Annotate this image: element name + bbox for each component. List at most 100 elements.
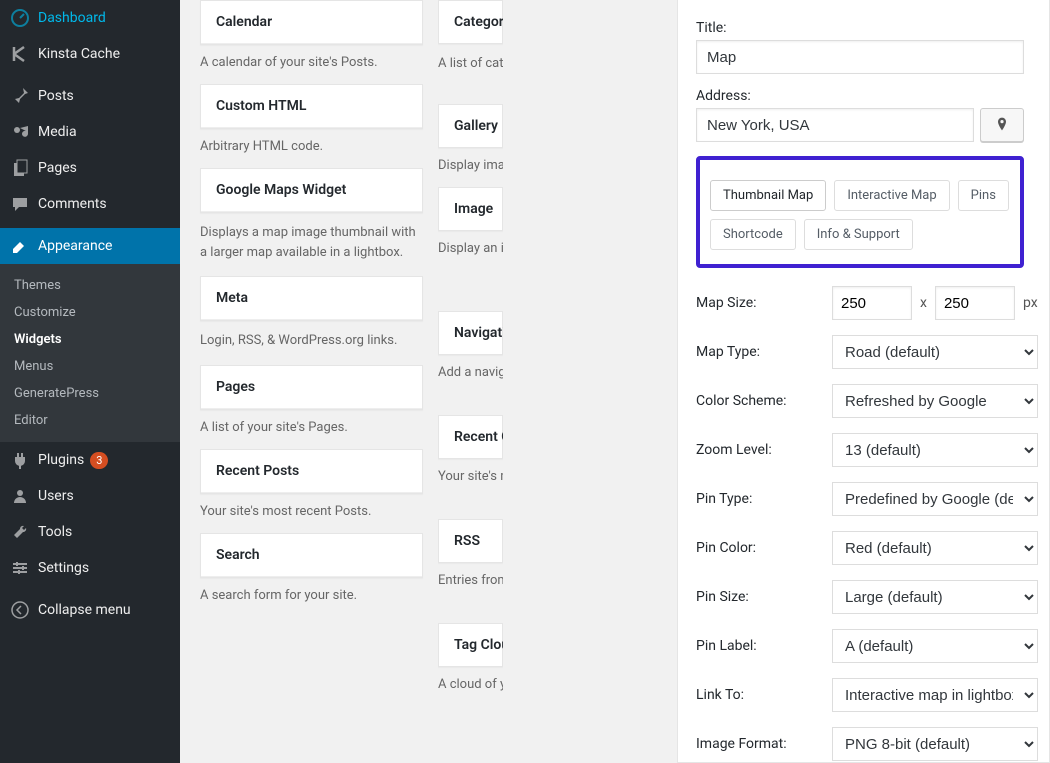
appearance-submenu: Themes Customize Widgets Menus GenerateP… — [0, 264, 180, 442]
widget-nav[interactable]: Navigation — [438, 311, 503, 355]
height-input[interactable] — [935, 286, 1015, 320]
location-pin-icon — [994, 116, 1010, 135]
widget-desc: Your site's most recent comments. — [438, 469, 503, 509]
widget-rss[interactable]: RSS — [438, 519, 503, 563]
color-scheme-label: Color Scheme: — [696, 393, 826, 409]
pin-size-select[interactable]: Large (default) — [832, 580, 1038, 614]
widget-image[interactable]: Image — [438, 187, 503, 231]
pin-label-select[interactable]: A (default) — [832, 629, 1038, 663]
widget-title: RSS — [439, 520, 502, 562]
widget-meta[interactable]: Meta — [200, 276, 423, 321]
widget-recent-comments[interactable]: Recent Comments — [438, 415, 503, 459]
media-icon — [10, 122, 30, 142]
link-to-select[interactable]: Interactive map in lightbox (default) — [832, 678, 1038, 712]
widget-search[interactable]: Search — [200, 533, 423, 578]
nav-label: Settings — [38, 560, 89, 576]
nav-dashboard[interactable]: Dashboard — [0, 0, 180, 36]
plugins-icon — [10, 450, 30, 470]
widget-pages[interactable]: Pages — [200, 365, 423, 410]
nav-comments[interactable]: Comments — [0, 186, 180, 222]
nav-media[interactable]: Media — [0, 114, 180, 150]
tab-info[interactable]: Info & Support — [804, 219, 913, 250]
widget-google-maps[interactable]: Google Maps Widget — [200, 168, 423, 213]
nav-tools[interactable]: Tools — [0, 514, 180, 550]
pin-size-label: Pin Size: — [696, 589, 826, 605]
pages-icon — [10, 158, 30, 178]
tabset: Thumbnail Map Interactive Map Pins Short… — [696, 156, 1024, 268]
subnav-customize[interactable]: Customize — [0, 299, 180, 326]
nav-settings[interactable]: Settings — [0, 550, 180, 586]
nav-label: Appearance — [38, 238, 112, 254]
widget-categories[interactable]: Categories — [438, 0, 503, 44]
widget-title: Pages — [201, 366, 422, 409]
image-format-select[interactable]: PNG 8-bit (default) — [832, 727, 1038, 761]
nav-label: Users — [38, 488, 74, 504]
title-input[interactable] — [696, 40, 1024, 74]
widget-desc: A cloud of your most used tags. — [438, 677, 503, 696]
widget-custom-html[interactable]: Custom HTML — [200, 84, 423, 129]
nav-label: Plugins — [38, 452, 84, 468]
widget-title: Navigation — [439, 312, 502, 354]
zoom-select[interactable]: 13 (default) — [832, 433, 1038, 467]
nav-label: Pages — [38, 160, 77, 176]
subnav-menus[interactable]: Menus — [0, 353, 180, 380]
widget-desc: Your site's most recent Posts. — [200, 504, 423, 523]
tab-interactive[interactable]: Interactive Map — [834, 180, 949, 211]
nav-collapse[interactable]: Collapse menu — [0, 592, 180, 628]
title-label: Title: — [696, 20, 1024, 36]
widget-tag-cloud[interactable]: Tag Cloud — [438, 623, 503, 667]
widget-recent-posts[interactable]: Recent Posts — [200, 449, 423, 494]
appearance-icon — [10, 236, 30, 256]
nav-label: Media — [38, 124, 77, 140]
image-format-label: Image Format: — [696, 736, 826, 752]
tools-icon — [10, 522, 30, 542]
plugins-badge: 3 — [90, 452, 108, 469]
nav-label: Tools — [38, 524, 72, 540]
collapse-icon — [10, 600, 30, 620]
pin-type-label: Pin Type: — [696, 491, 826, 507]
widget-col-right: Categories A list of categories. Gallery… — [438, 0, 503, 696]
subnav-themes[interactable]: Themes — [0, 272, 180, 299]
subnav-genpress[interactable]: GeneratePress — [0, 380, 180, 407]
widget-title: Categories — [439, 1, 502, 43]
widget-title: Custom HTML — [201, 85, 422, 128]
widget-desc: Arbitrary HTML code. — [200, 139, 423, 158]
width-input[interactable] — [832, 286, 912, 320]
nav-label: Collapse menu — [38, 602, 131, 618]
nav-pages[interactable]: Pages — [0, 150, 180, 186]
nav-label: Posts — [38, 88, 74, 104]
map-type-label: Map Type: — [696, 344, 826, 360]
nav-label: Comments — [38, 196, 107, 212]
tab-shortcode[interactable]: Shortcode — [710, 219, 796, 250]
nav-appearance[interactable]: Appearance — [0, 228, 180, 264]
widget-calendar[interactable]: Calendar — [200, 0, 423, 45]
address-input[interactable] — [696, 108, 974, 142]
locate-button[interactable] — [980, 108, 1024, 142]
subnav-widgets[interactable]: Widgets — [0, 326, 180, 353]
map-size-label: Map Size: — [696, 295, 826, 311]
tab-thumbnail[interactable]: Thumbnail Map — [710, 180, 826, 211]
size-unit: px — [1023, 295, 1038, 311]
address-label: Address: — [696, 88, 1024, 104]
pin-type-select[interactable]: Predefined by Google (default) — [832, 482, 1038, 516]
widget-desc: Login, RSS, & WordPress.org links. — [200, 331, 423, 355]
content-area: Calendar A calendar of your site's Posts… — [180, 0, 1050, 763]
nav-posts[interactable]: Posts — [0, 78, 180, 114]
nav-plugins[interactable]: Plugins 3 — [0, 442, 180, 478]
widget-desc: A search form for your site. — [200, 588, 423, 607]
map-type-select[interactable]: Road (default) — [832, 335, 1038, 369]
color-scheme-select[interactable]: Refreshed by Google — [832, 384, 1038, 418]
pin-color-select[interactable]: Red (default) — [832, 531, 1038, 565]
widget-gallery[interactable]: Gallery — [438, 104, 503, 148]
tab-pins[interactable]: Pins — [958, 180, 1009, 211]
widget-desc: Display an image. — [438, 241, 503, 301]
pin-label-label: Pin Label: — [696, 638, 826, 654]
gmaps-widget-panel: Title: Address: Thumbnail Map Interactiv… — [677, 0, 1050, 763]
subnav-editor[interactable]: Editor — [0, 407, 180, 434]
widget-title: Recent Comments — [439, 416, 502, 458]
widget-desc: Display images. — [438, 158, 503, 177]
nav-users[interactable]: Users — [0, 478, 180, 514]
widget-title: Google Maps Widget — [201, 169, 422, 212]
nav-kinsta[interactable]: Kinsta Cache — [0, 36, 180, 72]
size-x: x — [920, 295, 927, 311]
